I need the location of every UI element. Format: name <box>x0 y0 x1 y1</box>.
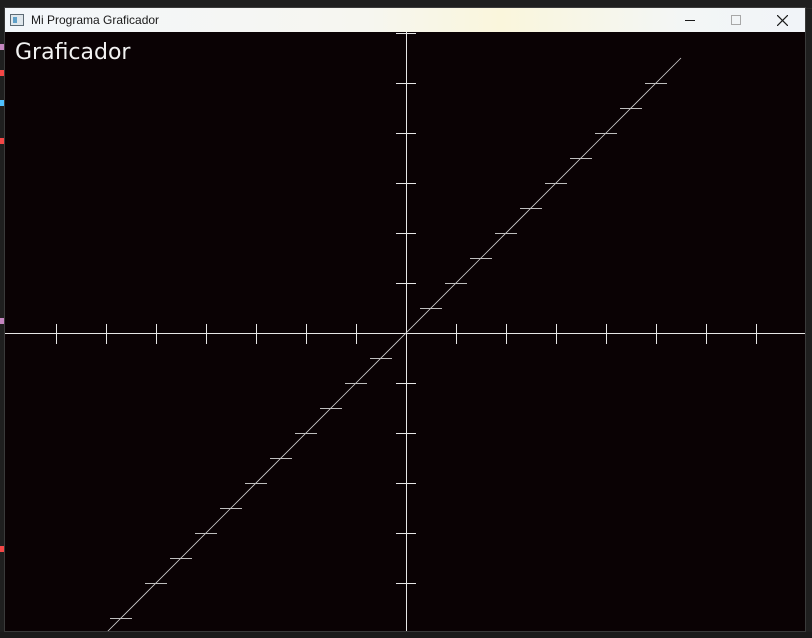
maximize-button[interactable] <box>713 8 759 32</box>
axes <box>5 32 805 631</box>
window-title: Mi Programa Graficador <box>31 13 160 27</box>
app-window-icon[interactable] <box>10 14 24 26</box>
background-editor-statusline <box>0 632 812 638</box>
app-window: Mi Programa Graficador Graficador <box>4 7 806 632</box>
graph-plot <box>5 32 805 631</box>
minimize-icon <box>685 20 695 21</box>
close-button[interactable] <box>759 8 805 32</box>
series-layer <box>107 57 682 631</box>
graph-canvas[interactable]: Graficador <box>5 32 805 631</box>
minimize-button[interactable] <box>667 8 713 32</box>
maximize-icon <box>731 15 741 25</box>
canvas-heading: Graficador <box>15 40 131 65</box>
window-controls <box>667 8 805 32</box>
title-bar[interactable]: Mi Programa Graficador <box>5 8 805 32</box>
close-icon <box>776 14 788 26</box>
series-line <box>107 57 682 631</box>
